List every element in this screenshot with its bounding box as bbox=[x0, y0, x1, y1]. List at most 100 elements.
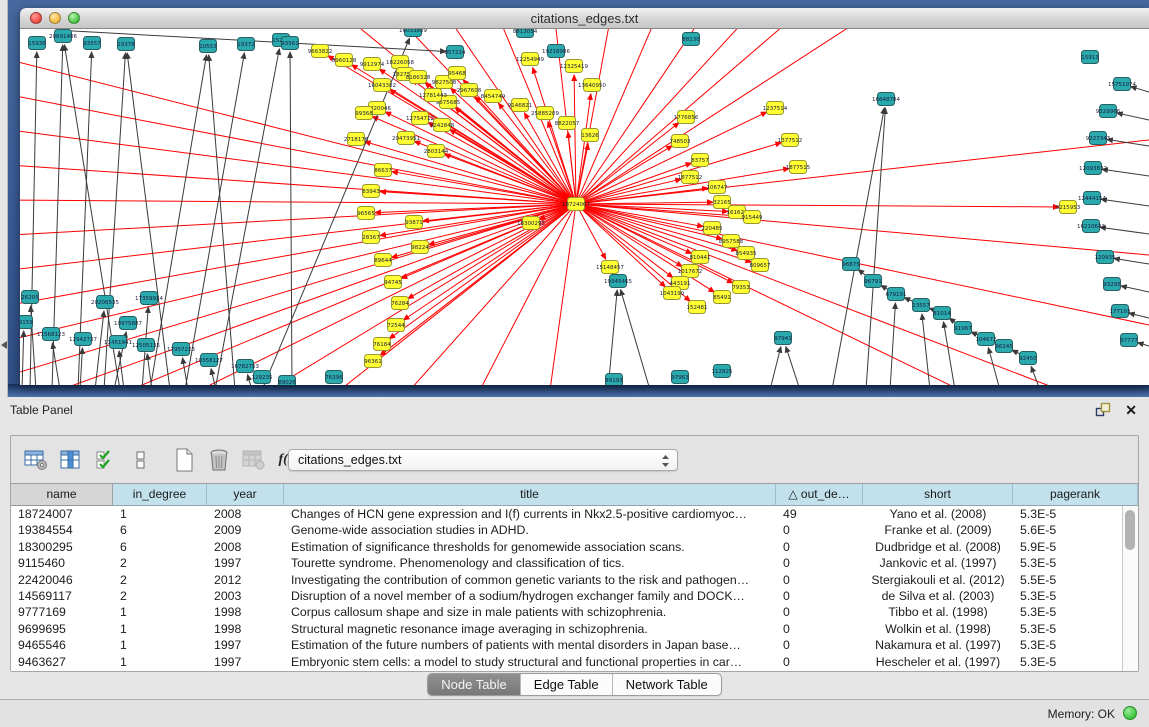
table-row[interactable]: 911546021997Tourette syndrome. Phenomeno… bbox=[11, 555, 1122, 571]
table-cell-short[interactable]: Hescheler et al. (1997) bbox=[863, 654, 1013, 670]
table-cell-out_degree[interactable]: 0 bbox=[776, 637, 863, 653]
table-cell-pagerank[interactable]: 5.5E-5 bbox=[1013, 572, 1122, 588]
select-columns-button[interactable] bbox=[93, 447, 119, 473]
table-settings-button[interactable] bbox=[23, 447, 49, 473]
column-header-name[interactable]: name bbox=[11, 484, 113, 506]
table-cell-pagerank[interactable]: 5.3E-5 bbox=[1013, 555, 1122, 571]
table-row[interactable]: 969969511998Structural magnetic resonanc… bbox=[11, 621, 1122, 637]
table-cell-year[interactable]: 1998 bbox=[207, 604, 284, 620]
table-cell-out_degree[interactable]: 0 bbox=[776, 588, 863, 604]
table-cell-pagerank[interactable]: 5.3E-5 bbox=[1013, 506, 1122, 522]
table-row[interactable]: 946362711997Embryonic stem cells: a mode… bbox=[11, 654, 1122, 670]
table-cell-name[interactable]: 14569117 bbox=[11, 588, 113, 604]
table-cell-name[interactable]: 9777169 bbox=[11, 604, 113, 620]
table-cell-name[interactable]: 9115460 bbox=[11, 555, 113, 571]
table-cell-in_degree[interactable]: 6 bbox=[113, 522, 207, 538]
table-cell-year[interactable]: 1998 bbox=[207, 621, 284, 637]
column-header-in_degree[interactable]: in_degree bbox=[113, 484, 207, 506]
create-table-button[interactable] bbox=[171, 447, 197, 473]
table-row[interactable]: 977716911998Corpus callosum shape and si… bbox=[11, 604, 1122, 620]
table-cell-in_degree[interactable]: 2 bbox=[113, 555, 207, 571]
table-cell-pagerank[interactable]: 5.3E-5 bbox=[1013, 621, 1122, 637]
table-cell-year[interactable]: 2003 bbox=[207, 588, 284, 604]
table-cell-title[interactable]: Structural magnetic resonance image aver… bbox=[284, 621, 776, 637]
table-cell-name[interactable]: 9699695 bbox=[11, 621, 113, 637]
table-cell-pagerank[interactable]: 5.3E-5 bbox=[1013, 637, 1122, 653]
table-cell-short[interactable]: Nakamura et al. (1997) bbox=[863, 637, 1013, 653]
table-cell-in_degree[interactable]: 2 bbox=[113, 588, 207, 604]
network-canvas[interactable]: 1872400718300295966382289601289912974182… bbox=[20, 29, 1149, 385]
column-header-title[interactable]: title bbox=[284, 484, 776, 506]
table-cell-year[interactable]: 2009 bbox=[207, 522, 284, 538]
table-row[interactable]: 1830029562008Estimation of significance … bbox=[11, 539, 1122, 555]
table-cell-out_degree[interactable]: 0 bbox=[776, 604, 863, 620]
table-cell-in_degree[interactable]: 1 bbox=[113, 506, 207, 522]
table-cell-out_degree[interactable]: 0 bbox=[776, 621, 863, 637]
table-cell-title[interactable]: Investigating the contribution of common… bbox=[284, 572, 776, 588]
table-cell-in_degree[interactable]: 1 bbox=[113, 637, 207, 653]
table-cell-year[interactable]: 1997 bbox=[207, 555, 284, 571]
table-cell-title[interactable]: Estimation of the future numbers of pati… bbox=[284, 637, 776, 653]
tab-node-table[interactable]: Node Table bbox=[428, 674, 521, 695]
table-cell-in_degree[interactable]: 2 bbox=[113, 572, 207, 588]
table-selector[interactable]: citations_edges.txt bbox=[288, 449, 678, 471]
delete-table-button[interactable] bbox=[206, 447, 232, 473]
table-cell-pagerank[interactable]: 5.9E-5 bbox=[1013, 539, 1122, 555]
column-header-short[interactable]: short bbox=[863, 484, 1013, 506]
table-cell-year[interactable]: 2008 bbox=[207, 506, 284, 522]
close-panel-icon[interactable]: ✕ bbox=[1125, 403, 1137, 417]
table-cell-name[interactable]: 19384554 bbox=[11, 522, 113, 538]
table-cell-out_degree[interactable]: 0 bbox=[776, 572, 863, 588]
table-cell-out_degree[interactable]: 0 bbox=[776, 522, 863, 538]
table-cell-in_degree[interactable]: 6 bbox=[113, 539, 207, 555]
table-vertical-scrollbar[interactable] bbox=[1122, 506, 1138, 671]
table-row[interactable]: 2242004622012Investigating the contribut… bbox=[11, 572, 1122, 588]
row-selection-button[interactable] bbox=[128, 447, 154, 473]
tab-edge-table[interactable]: Edge Table bbox=[521, 674, 613, 695]
table-cell-name[interactable]: 18724007 bbox=[11, 506, 113, 522]
table-cell-pagerank[interactable]: 5.3E-5 bbox=[1013, 654, 1122, 670]
table-row[interactable]: 1456911722003Disruption of a novel membe… bbox=[11, 588, 1122, 604]
table-cell-name[interactable]: 9463627 bbox=[11, 654, 113, 670]
table-cell-title[interactable]: Estimation of significance thresholds fo… bbox=[284, 539, 776, 555]
table-cell-year[interactable]: 1997 bbox=[207, 637, 284, 653]
memory-ok-indicator-icon[interactable] bbox=[1123, 706, 1137, 720]
table-cell-short[interactable]: Wolkin et al. (1998) bbox=[863, 621, 1013, 637]
table-cell-out_degree[interactable]: 0 bbox=[776, 539, 863, 555]
network-view[interactable]: 1872400718300295966382289601289912974182… bbox=[20, 29, 1149, 385]
table-cell-year[interactable]: 2012 bbox=[207, 572, 284, 588]
column-header-year[interactable]: year bbox=[207, 484, 284, 506]
table-cell-name[interactable]: 9465546 bbox=[11, 637, 113, 653]
table-cell-out_degree[interactable]: 49 bbox=[776, 506, 863, 522]
column-visibility-button[interactable] bbox=[58, 447, 84, 473]
table-cell-title[interactable]: Disruption of a novel member of a sodium… bbox=[284, 588, 776, 604]
table-cell-title[interactable]: Tourette syndrome. Phenomenology and cla… bbox=[284, 555, 776, 571]
table-cell-short[interactable]: Dudbridge et al. (2008) bbox=[863, 539, 1013, 555]
table-cell-in_degree[interactable]: 1 bbox=[113, 621, 207, 637]
network-window-titlebar[interactable]: citations_edges.txt bbox=[20, 8, 1149, 29]
table-cell-out_degree[interactable]: 0 bbox=[776, 654, 863, 670]
table-cell-name[interactable]: 18300295 bbox=[11, 539, 113, 555]
table-cell-year[interactable]: 1997 bbox=[207, 654, 284, 670]
table-cell-title[interactable]: Corpus callosum shape and size in male p… bbox=[284, 604, 776, 620]
table-cell-short[interactable]: Tibbo et al. (1998) bbox=[863, 604, 1013, 620]
table-cell-pagerank[interactable]: 5.3E-5 bbox=[1013, 588, 1122, 604]
table-cell-pagerank[interactable]: 5.6E-5 bbox=[1013, 522, 1122, 538]
panel-collapse-arrow-icon[interactable] bbox=[1, 341, 7, 349]
table-cell-pagerank[interactable]: 5.3E-5 bbox=[1013, 604, 1122, 620]
table-cell-title[interactable]: Embryonic stem cells: a model to study s… bbox=[284, 654, 776, 670]
table-cell-short[interactable]: de Silva et al. (2003) bbox=[863, 588, 1013, 604]
table-row[interactable]: 1872400712008Changes of HCN gene express… bbox=[11, 506, 1122, 522]
table-cell-short[interactable]: Stergiakouli et al. (2012) bbox=[863, 572, 1013, 588]
float-window-icon[interactable] bbox=[1095, 402, 1111, 417]
table-cell-title[interactable]: Genome-wide association studies in ADHD. bbox=[284, 522, 776, 538]
table-cell-short[interactable]: Yano et al. (2008) bbox=[863, 506, 1013, 522]
table-cell-out_degree[interactable]: 0 bbox=[776, 555, 863, 571]
scrollbar-thumb[interactable] bbox=[1125, 510, 1135, 550]
table-cell-short[interactable]: Franke et al. (2009) bbox=[863, 522, 1013, 538]
column-header-out_degree[interactable]: △ out_de… bbox=[776, 484, 863, 506]
table-cell-title[interactable]: Changes of HCN gene expression and I(f) … bbox=[284, 506, 776, 522]
table-cell-year[interactable]: 2008 bbox=[207, 539, 284, 555]
table-cell-name[interactable]: 22420046 bbox=[11, 572, 113, 588]
table-row[interactable]: 946554611997Estimation of the future num… bbox=[11, 637, 1122, 653]
